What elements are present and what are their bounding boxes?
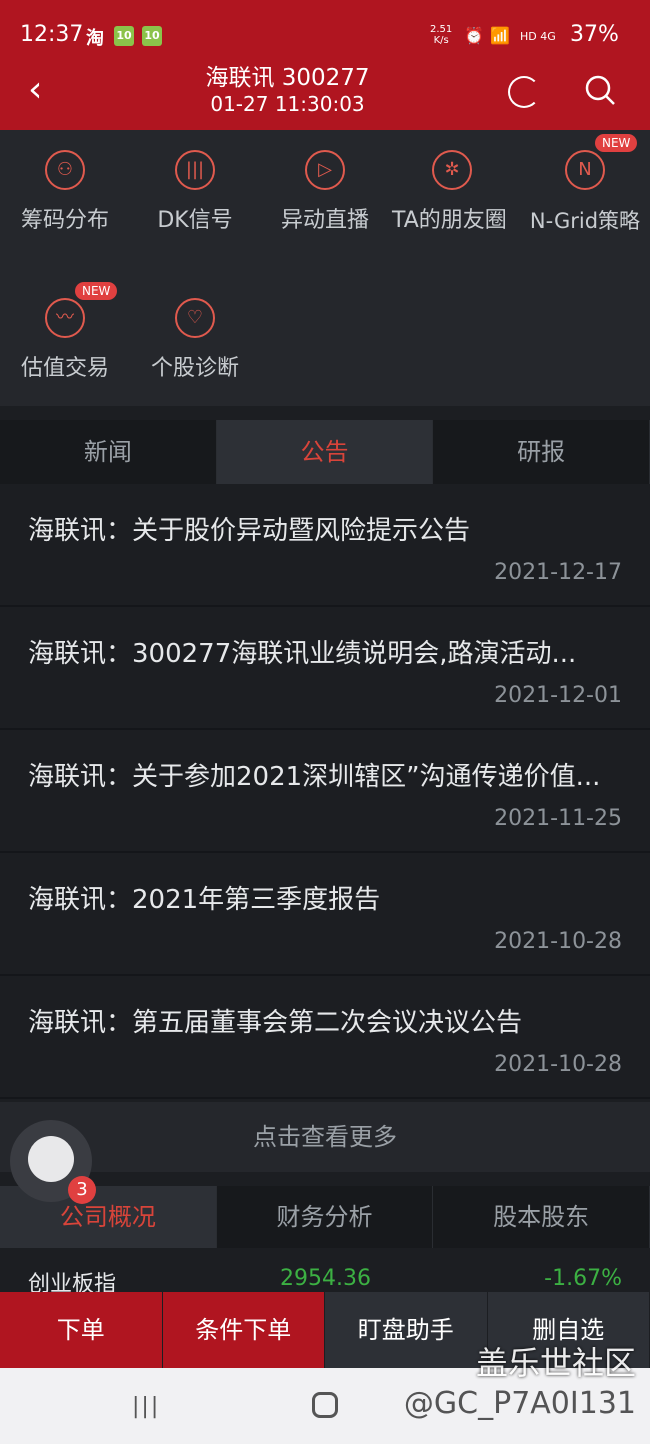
refresh-icon[interactable] (508, 76, 540, 108)
tool-label: TA的朋友圈 (392, 208, 507, 233)
list-item[interactable]: 海联讯：300277海联讯业绩说明会,路演活动... 2021-12-01 (0, 607, 650, 730)
item-title: 海联讯：关于参加2021深圳辖区”沟通传递价值... (28, 762, 601, 792)
network-speed-value: 2.51 (430, 24, 453, 35)
tool-label: 估值交易 (20, 356, 109, 381)
alarm-icon: ⏰ (464, 26, 484, 45)
list-item[interactable]: 海联讯：第五届董事会第二次会议决议公告 2021-10-28 (0, 976, 650, 1099)
home-icon[interactable] (312, 1392, 338, 1418)
tool-diagnosis[interactable]: ♡ 个股诊断 (130, 298, 260, 388)
item-date: 2021-10-28 (494, 929, 622, 954)
watermark-user: @GC_P7A0I131 (403, 1386, 636, 1421)
watermark-site: 盖乐世社区 (475, 1344, 636, 1382)
place-order-button[interactable]: 下单 (0, 1292, 163, 1368)
item-date: 2021-11-25 (494, 806, 622, 831)
item-title: 海联讯：2021年第三季度报告 (28, 885, 381, 915)
tool-label: DK信号 (157, 208, 233, 233)
diagnosis-icon: ♡ (175, 298, 215, 338)
network-type: HD 4G (520, 30, 556, 43)
valuation-icon: 〰 NEW (45, 282, 118, 338)
tab-announcements[interactable]: 公告 (216, 420, 434, 484)
tool-dk-signal[interactable]: ||| DK信号 (130, 150, 260, 240)
app-notification-icon: 10 (114, 26, 134, 46)
tool-label: 个股诊断 (150, 356, 239, 381)
ticker-change: -1.67% (544, 1266, 622, 1291)
item-date: 2021-10-28 (494, 1052, 622, 1077)
conditional-order-button[interactable]: 条件下单 (162, 1292, 325, 1368)
list-item[interactable]: 海联讯：关于参加2021深圳辖区”沟通传递价值... 2021-11-25 (0, 730, 650, 853)
list-item[interactable]: 海联讯：关于股价异动暨风险提示公告 2021-12-17 (0, 484, 650, 607)
item-title: 海联讯：300277海联讯业绩说明会,路演活动... (28, 639, 577, 669)
item-date: 2021-12-17 (494, 560, 622, 585)
taobao-notification-icon: 淘 (86, 28, 104, 49)
index-ticker[interactable]: 创业板指 2954.36 -1.67% (0, 1258, 650, 1297)
content-tabs: 新闻 公告 研报 (0, 420, 650, 484)
battery-level: 37% (570, 22, 619, 47)
network-speed-unit: K/s (433, 35, 449, 46)
play-icon: ▷ (305, 150, 345, 190)
tab-financial-analysis[interactable]: 财务分析 (217, 1186, 434, 1248)
astronaut-icon (28, 1136, 74, 1182)
new-badge: NEW (75, 282, 118, 300)
wifi-icon: 📶 (490, 26, 510, 45)
friends-icon: ✲ (432, 150, 472, 190)
tab-shareholders[interactable]: 股本股东 (433, 1186, 650, 1248)
tool-friends[interactable]: ✲ TA的朋友圈 (390, 150, 514, 240)
tool-valuation[interactable]: 〰 NEW 估值交易 (0, 282, 130, 388)
status-time: 12:37 (20, 22, 84, 47)
company-tabs: 公司概况 财务分析 股本股东 (0, 1186, 650, 1248)
tool-label: 异动直播 (280, 208, 369, 233)
page-datetime: 01-27 11:30:03 (210, 92, 365, 116)
view-more-button[interactable]: 点击查看更多 (0, 1102, 650, 1172)
announcement-list: 海联讯：关于股价异动暨风险提示公告 2021-12-17 海联讯：300277海… (0, 484, 650, 1099)
list-item[interactable]: 海联讯：2021年第三季度报告 2021-10-28 (0, 853, 650, 976)
tab-news[interactable]: 新闻 (0, 420, 217, 484)
tab-research[interactable]: 研报 (433, 420, 650, 484)
item-title: 海联讯：第五届董事会第二次会议决议公告 (28, 1008, 523, 1038)
tools-grid: ⚇ 筹码分布 ||| DK信号 ▷ 异动直播 ✲ TA的朋友圈 N NEW N-G… (0, 130, 650, 406)
chips-icon: ⚇ (45, 150, 85, 190)
search-icon[interactable] (584, 74, 616, 106)
item-date: 2021-12-01 (494, 683, 622, 708)
tool-label: N-Grid策略 (529, 209, 641, 233)
new-badge: NEW (595, 134, 638, 152)
header: ‹ 海联讯 300277 01-27 11:30:03 (0, 52, 650, 130)
monitor-assistant-button[interactable]: 盯盘助手 (325, 1292, 488, 1368)
tool-chips[interactable]: ⚇ 筹码分布 (0, 150, 130, 240)
network-speed: 2.51 K/s (430, 24, 452, 46)
app-notification-icon: 10 (142, 26, 162, 46)
ticker-value: 2954.36 (280, 1266, 371, 1291)
tool-ngrid[interactable]: N NEW N-Grid策略 (520, 134, 650, 240)
ngrid-icon: N NEW (565, 134, 638, 190)
tool-label: 筹码分布 (20, 208, 109, 233)
page-title: 海联讯 300277 (205, 65, 370, 91)
notification-badge: 3 (68, 1176, 96, 1204)
recent-apps-icon[interactable]: ||| (132, 1394, 160, 1419)
item-title: 海联讯：关于股价异动暨风险提示公告 (28, 516, 471, 546)
assistant-avatar[interactable]: 3 (10, 1120, 96, 1204)
signal-icon: ||| (175, 150, 215, 190)
tool-live[interactable]: ▷ 异动直播 (260, 150, 390, 240)
